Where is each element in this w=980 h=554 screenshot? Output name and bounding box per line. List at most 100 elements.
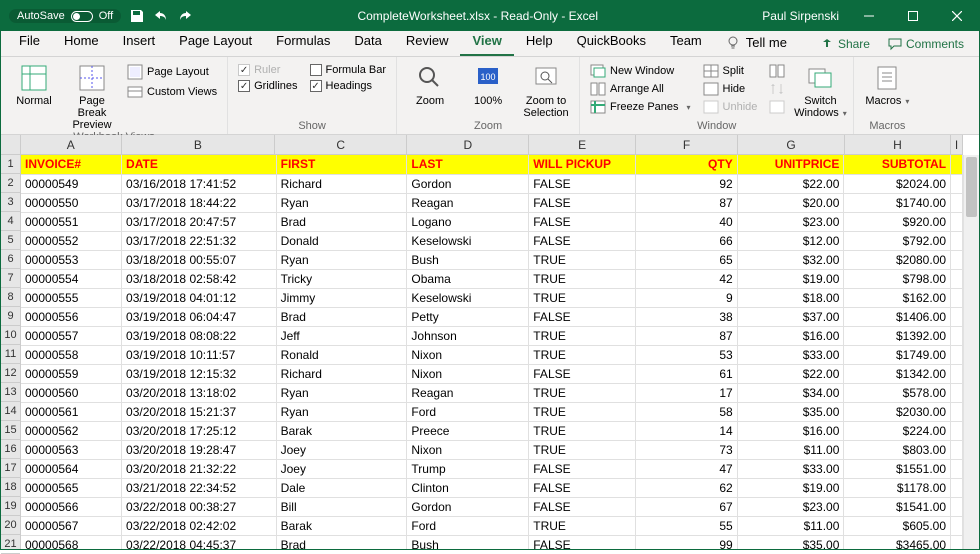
cell[interactable]: 03/19/2018 06:04:47 — [122, 307, 277, 326]
cell[interactable]: 03/18/2018 00:55:07 — [122, 250, 277, 269]
cell[interactable]: Gordon — [407, 174, 529, 193]
split-button[interactable]: Split — [699, 63, 762, 79]
select-all-corner[interactable] — [1, 135, 21, 155]
cell[interactable]: 03/19/2018 12:15:32 — [122, 364, 277, 383]
cell[interactable] — [951, 440, 963, 459]
cell[interactable]: 99 — [636, 535, 737, 549]
cell[interactable]: 53 — [636, 345, 737, 364]
cell[interactable]: Tricky — [276, 269, 407, 288]
header-cell[interactable]: INVOICE# — [21, 155, 122, 174]
cell[interactable] — [951, 231, 963, 250]
cell[interactable] — [951, 516, 963, 535]
cell[interactable]: FALSE — [529, 364, 636, 383]
cell[interactable] — [951, 212, 963, 231]
cell[interactable]: Barak — [276, 421, 407, 440]
comments-button[interactable]: Comments — [879, 32, 973, 56]
row-headers[interactable]: 123456789101112131415161718192021 — [1, 155, 21, 549]
vertical-scrollbar[interactable] — [963, 155, 979, 549]
cell[interactable]: 03/17/2018 22:51:32 — [122, 231, 277, 250]
cell[interactable]: $32.00 — [737, 250, 844, 269]
cell[interactable]: Ryan — [276, 402, 407, 421]
row-header[interactable]: 9 — [1, 307, 20, 326]
row-header[interactable]: 18 — [1, 478, 20, 497]
row-header[interactable]: 1 — [1, 155, 20, 174]
column-header[interactable]: B — [122, 135, 276, 154]
cell[interactable]: 00000550 — [21, 193, 122, 212]
table-row[interactable]: 0000055503/19/2018 04:01:12JimmyKeselows… — [21, 288, 963, 307]
table-row[interactable]: 0000055403/18/2018 02:58:42TrickyObamaTR… — [21, 269, 963, 288]
cell[interactable] — [951, 345, 963, 364]
table-row[interactable]: 0000056803/22/2018 04:45:37BradBushFALSE… — [21, 535, 963, 549]
cell[interactable]: 00000562 — [21, 421, 122, 440]
row-header[interactable]: 4 — [1, 212, 20, 231]
cell[interactable] — [951, 478, 963, 497]
cell[interactable]: Nixon — [407, 364, 529, 383]
cell[interactable]: $578.00 — [844, 383, 951, 402]
cell[interactable]: TRUE — [529, 345, 636, 364]
cell[interactable]: Joey — [276, 440, 407, 459]
cell[interactable]: $1342.00 — [844, 364, 951, 383]
table-row[interactable]: 0000055103/17/2018 20:47:57BradLoganoFAL… — [21, 212, 963, 231]
column-header[interactable]: I — [951, 135, 963, 154]
tab-data[interactable]: Data — [342, 28, 393, 56]
cell[interactable]: $33.00 — [737, 345, 844, 364]
save-icon[interactable] — [129, 8, 145, 24]
cell[interactable]: $1406.00 — [844, 307, 951, 326]
cell[interactable]: Clinton — [407, 478, 529, 497]
cell[interactable]: $35.00 — [737, 402, 844, 421]
cell[interactable]: FALSE — [529, 497, 636, 516]
row-header[interactable]: 14 — [1, 402, 20, 421]
cell[interactable]: 00000561 — [21, 402, 122, 421]
cell[interactable] — [951, 307, 963, 326]
header-cell[interactable]: DATE — [122, 155, 277, 174]
cell[interactable]: 03/19/2018 04:01:12 — [122, 288, 277, 307]
table-row[interactable]: 0000056403/20/2018 21:32:22JoeyTrumpFALS… — [21, 459, 963, 478]
cell[interactable]: TRUE — [529, 250, 636, 269]
cell[interactable]: TRUE — [529, 516, 636, 535]
cell[interactable]: Preece — [407, 421, 529, 440]
table-row[interactable]: 0000055003/17/2018 18:44:22RyanReaganFAL… — [21, 193, 963, 212]
cell[interactable]: 03/20/2018 21:32:22 — [122, 459, 277, 478]
row-header[interactable]: 6 — [1, 250, 20, 269]
cell[interactable]: FALSE — [529, 231, 636, 250]
cell[interactable]: FALSE — [529, 478, 636, 497]
cell[interactable]: 65 — [636, 250, 737, 269]
customviews-button[interactable]: Custom Views — [123, 83, 221, 101]
headings-checkbox[interactable]: Headings — [306, 79, 391, 93]
cell[interactable]: $792.00 — [844, 231, 951, 250]
cell[interactable]: Logano — [407, 212, 529, 231]
tab-help[interactable]: Help — [514, 28, 565, 56]
cell[interactable]: Jeff — [276, 326, 407, 345]
cell[interactable]: Brad — [276, 307, 407, 326]
row-header[interactable]: 7 — [1, 269, 20, 288]
cell[interactable] — [951, 459, 963, 478]
cell[interactable]: FALSE — [529, 459, 636, 478]
cell[interactable]: 62 — [636, 478, 737, 497]
arrange-all-button[interactable]: Arrange All — [586, 81, 695, 97]
cell[interactable]: 00000565 — [21, 478, 122, 497]
table-row[interactable]: 0000056503/21/2018 22:34:52DaleClintonFA… — [21, 478, 963, 497]
cell[interactable]: $16.00 — [737, 326, 844, 345]
cell[interactable]: $2030.00 — [844, 402, 951, 421]
cell[interactable]: 00000560 — [21, 383, 122, 402]
cell[interactable]: TRUE — [529, 269, 636, 288]
cell[interactable]: $1551.00 — [844, 459, 951, 478]
cell[interactable]: 00000559 — [21, 364, 122, 383]
tab-quickbooks[interactable]: QuickBooks — [565, 28, 658, 56]
redo-icon[interactable] — [177, 8, 193, 24]
cell[interactable]: Ryan — [276, 193, 407, 212]
cells-viewport[interactable]: INVOICE#DATEFIRSTLASTWILL PICKUPQTYUNITP… — [21, 155, 963, 549]
table-header-row[interactable]: INVOICE#DATEFIRSTLASTWILL PICKUPQTYUNITP… — [21, 155, 963, 174]
cell[interactable]: $162.00 — [844, 288, 951, 307]
cell[interactable]: Bush — [407, 535, 529, 549]
header-cell[interactable]: SUBTOTAL — [844, 155, 951, 174]
cell[interactable] — [951, 402, 963, 421]
cell[interactable]: Ford — [407, 402, 529, 421]
cell[interactable] — [951, 250, 963, 269]
cell[interactable]: Richard — [276, 174, 407, 193]
cell[interactable]: $2024.00 — [844, 174, 951, 193]
pagebreak-button[interactable]: Page Break Preview — [65, 61, 119, 131]
column-header[interactable]: D — [407, 135, 529, 154]
cell[interactable]: 92 — [636, 174, 737, 193]
cell[interactable]: Brad — [276, 535, 407, 549]
